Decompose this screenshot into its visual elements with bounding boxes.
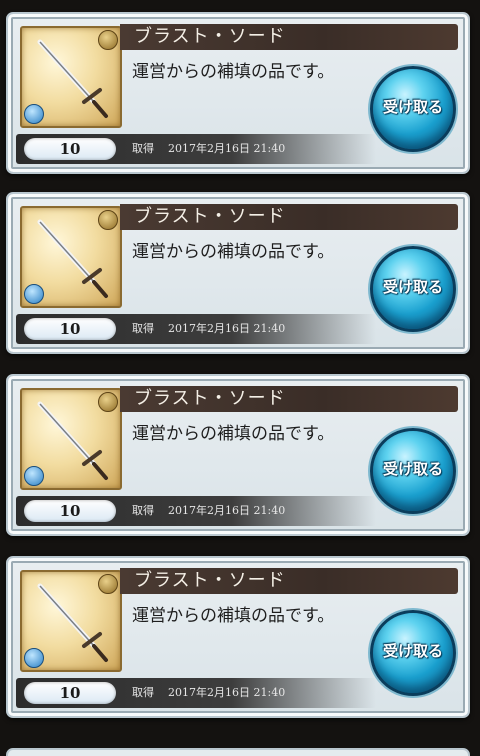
item-name: ブラスト・ソード bbox=[134, 388, 286, 409]
received-date-value: 2017年2月16日 21:40 bbox=[168, 322, 286, 335]
item-thumbnail bbox=[20, 26, 122, 128]
received-date-value: 2017年2月16日 21:40 bbox=[168, 686, 286, 699]
received-date-label: 取得 bbox=[132, 142, 154, 155]
item-thumbnail bbox=[20, 206, 122, 308]
item-info-bar: 10 取得 2017年2月16日 21:40 bbox=[16, 678, 376, 708]
received-date: 取得 2017年2月16日 21:40 bbox=[132, 142, 285, 156]
item-info-bar: 10 取得 2017年2月16日 21:40 bbox=[16, 314, 376, 344]
received-date-value: 2017年2月16日 21:40 bbox=[168, 142, 286, 155]
item-count: 10 bbox=[59, 684, 81, 702]
receive-button[interactable]: 受け取る bbox=[370, 428, 456, 514]
received-date: 取得 2017年2月16日 21:40 bbox=[132, 322, 285, 336]
item-count: 10 bbox=[59, 320, 81, 338]
receive-button[interactable]: 受け取る bbox=[370, 66, 456, 152]
item-count-badge: 10 bbox=[24, 682, 116, 704]
receive-button-label: 受け取る bbox=[382, 98, 443, 116]
rarity-icon bbox=[98, 392, 118, 412]
item-name-bar: ブラスト・ソード bbox=[120, 24, 458, 50]
item-description: 運営からの補填の品です。 bbox=[132, 424, 335, 444]
gift-item: ブラスト・ソード 運営からの補填の品です。 受け取る 10 取得 2017年2月1… bbox=[6, 374, 470, 536]
received-date-label: 取得 bbox=[132, 322, 154, 335]
item-info-bar: 10 取得 2017年2月16日 21:40 bbox=[16, 496, 376, 526]
gift-list: ブラスト・ソード 運営からの補填の品です。 受け取る 10 取得 2017年2月1… bbox=[0, 0, 480, 756]
rarity-icon bbox=[98, 30, 118, 50]
item-name-bar: ブラスト・ソード bbox=[120, 204, 458, 230]
element-icon bbox=[24, 104, 44, 124]
item-count-badge: 10 bbox=[24, 500, 116, 522]
receive-button-label: 受け取る bbox=[382, 460, 443, 478]
item-count-badge: 10 bbox=[24, 318, 116, 340]
item-description: 運営からの補填の品です。 bbox=[132, 62, 335, 82]
item-description: 運営からの補填の品です。 bbox=[132, 606, 335, 626]
item-info-bar: 10 取得 2017年2月16日 21:40 bbox=[16, 134, 376, 164]
received-date-label: 取得 bbox=[132, 504, 154, 517]
element-icon bbox=[24, 284, 44, 304]
item-thumbnail bbox=[20, 570, 122, 672]
received-date-label: 取得 bbox=[132, 686, 154, 699]
item-name-bar: ブラスト・ソード bbox=[120, 568, 458, 594]
received-date: 取得 2017年2月16日 21:40 bbox=[132, 686, 285, 700]
item-name: ブラスト・ソード bbox=[134, 26, 286, 47]
receive-button[interactable]: 受け取る bbox=[370, 610, 456, 696]
item-thumbnail bbox=[20, 388, 122, 490]
item-name-bar: ブラスト・ソード bbox=[120, 386, 458, 412]
gift-item: ブラスト・ソード 運営からの補填の品です。 受け取る 10 取得 2017年2月1… bbox=[6, 556, 470, 718]
next-gift-item-partial bbox=[6, 748, 470, 756]
element-icon bbox=[24, 648, 44, 668]
item-description: 運営からの補填の品です。 bbox=[132, 242, 335, 262]
gift-item: ブラスト・ソード 運営からの補填の品です。 受け取る 10 取得 2017年2月1… bbox=[6, 192, 470, 354]
rarity-icon bbox=[98, 210, 118, 230]
item-count: 10 bbox=[59, 502, 81, 520]
item-count-badge: 10 bbox=[24, 138, 116, 160]
element-icon bbox=[24, 466, 44, 486]
item-name: ブラスト・ソード bbox=[134, 570, 286, 591]
rarity-icon bbox=[98, 574, 118, 594]
received-date-value: 2017年2月16日 21:40 bbox=[168, 504, 286, 517]
receive-button-label: 受け取る bbox=[382, 278, 443, 296]
receive-button[interactable]: 受け取る bbox=[370, 246, 456, 332]
receive-button-label: 受け取る bbox=[382, 642, 443, 660]
received-date: 取得 2017年2月16日 21:40 bbox=[132, 504, 285, 518]
item-name: ブラスト・ソード bbox=[134, 206, 286, 227]
item-count: 10 bbox=[59, 140, 81, 158]
gift-item: ブラスト・ソード 運営からの補填の品です。 受け取る 10 取得 2017年2月1… bbox=[6, 12, 470, 174]
